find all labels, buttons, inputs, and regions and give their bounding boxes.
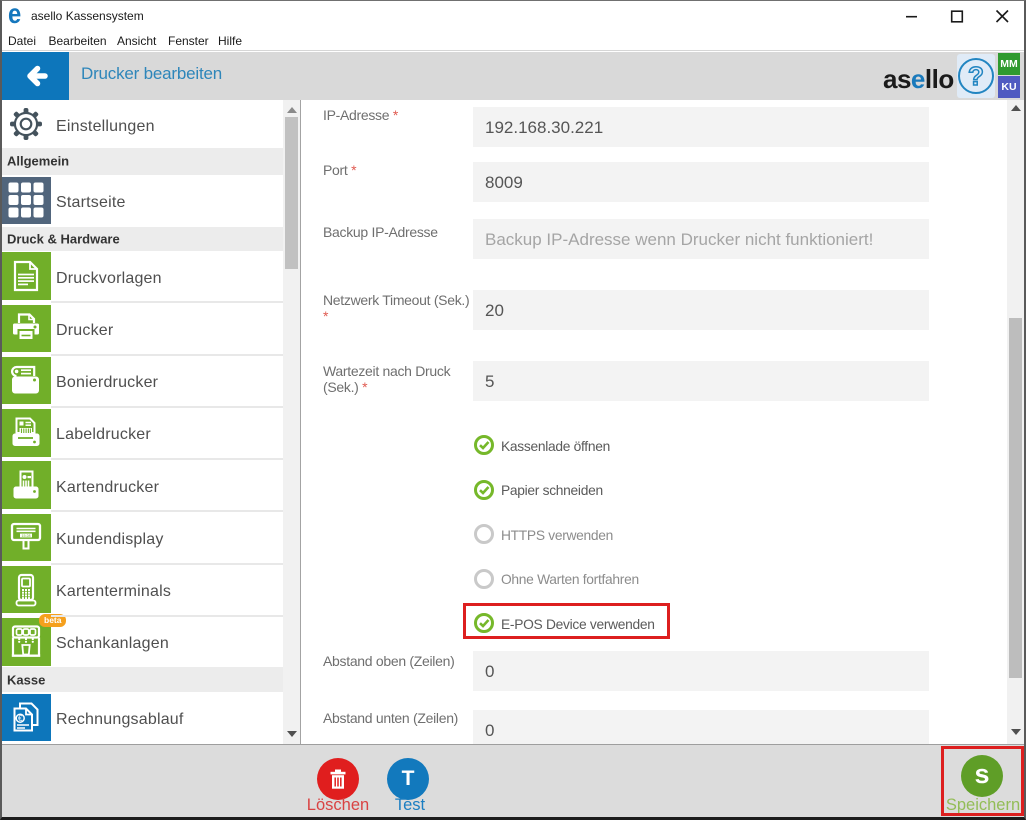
- svg-text:€: €: [18, 714, 23, 723]
- svg-text:15:28: 15:28: [22, 534, 31, 538]
